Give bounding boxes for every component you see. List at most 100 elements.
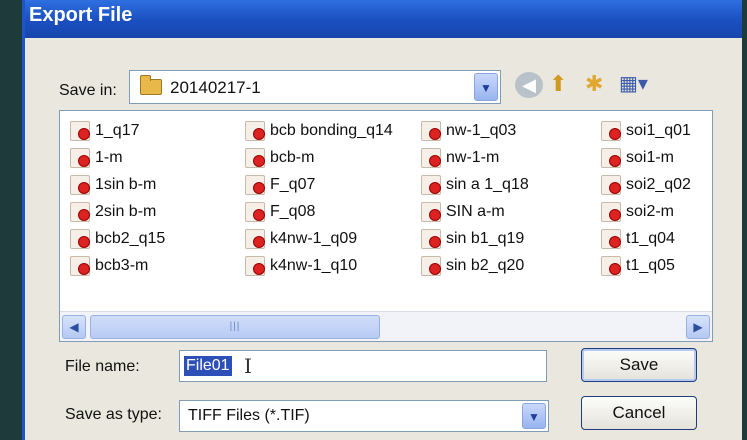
file-name: sin b2_q20 xyxy=(446,256,525,274)
file-item[interactable]: k4nw-1_q09 xyxy=(245,225,393,252)
tiff-file-icon xyxy=(70,174,90,195)
save-in-label: Save in: xyxy=(59,82,117,99)
tiff-file-icon xyxy=(421,174,441,195)
file-name: nw-1_q03 xyxy=(446,121,517,139)
back-icon[interactable]: ◀ xyxy=(515,72,543,98)
file-item[interactable]: k4nw-1_q10 xyxy=(245,252,393,279)
chevron-down-icon[interactable]: ▼ xyxy=(474,73,498,101)
file-name: soi1-m xyxy=(626,148,675,166)
file-column: soi1_q01 soi1-m soi2_q02 soi2-m t1_q04 t… xyxy=(601,117,691,279)
window-title: Export File xyxy=(29,4,133,26)
folder-icon xyxy=(140,75,162,95)
file-item[interactable]: bcb bonding_q14 xyxy=(245,117,393,144)
file-name: soi2-m xyxy=(626,202,675,220)
tiff-file-icon xyxy=(245,255,265,276)
file-item[interactable]: soi2-m xyxy=(601,198,691,225)
file-column: 1_q17 1-m 1sin b-m 2sin b-m bcb2_q15 bcb… xyxy=(70,117,165,279)
scroll-right-icon[interactable]: ▶ xyxy=(686,315,710,339)
tiff-file-icon xyxy=(601,147,621,168)
save-in-value: 20140217-1 xyxy=(170,78,261,97)
scrollbar-thumb[interactable]: ||| xyxy=(90,315,380,339)
file-item[interactable]: 2sin b-m xyxy=(70,198,165,225)
file-name: soi2_q02 xyxy=(626,175,691,193)
export-file-dialog: Export File Save in: 20140217-1 ▼ ◀ ⬆ ✱ … xyxy=(22,0,742,440)
file-name-input[interactable]: File01 I xyxy=(179,350,547,382)
file-name: k4nw-1_q10 xyxy=(270,256,358,274)
title-bar[interactable]: Export File xyxy=(25,0,742,38)
file-item[interactable]: bcb3-m xyxy=(70,252,165,279)
file-name-value: File01 xyxy=(184,356,232,376)
file-item[interactable]: t1_q05 xyxy=(601,252,691,279)
file-name: nw-1-m xyxy=(446,148,500,166)
file-name: bcb bonding_q14 xyxy=(270,121,393,139)
save-button[interactable]: Save xyxy=(581,348,697,382)
save-in-dropdown[interactable]: 20140217-1 ▼ xyxy=(129,70,501,104)
tiff-file-icon xyxy=(601,201,621,222)
file-item[interactable]: sin b1_q19 xyxy=(421,225,529,252)
tiff-file-icon xyxy=(70,228,90,249)
file-name: t1_q04 xyxy=(626,229,675,247)
cancel-button[interactable]: Cancel xyxy=(581,396,697,430)
tiff-file-icon xyxy=(601,228,621,249)
horizontal-scrollbar[interactable]: ◀ ||| ▶ xyxy=(60,311,712,341)
file-name: bcb2_q15 xyxy=(95,229,166,247)
file-item[interactable]: F_q08 xyxy=(245,198,393,225)
file-name: bcb3-m xyxy=(95,256,149,274)
file-name: 2sin b-m xyxy=(95,202,157,220)
file-name: 1-m xyxy=(95,148,123,166)
file-name: bcb-m xyxy=(270,148,315,166)
file-column: bcb bonding_q14 bcb-m F_q07 F_q08 k4nw-1… xyxy=(245,117,393,279)
file-name: F_q08 xyxy=(270,202,316,220)
tiff-file-icon xyxy=(245,147,265,168)
tiff-file-icon xyxy=(421,255,441,276)
tiff-file-icon xyxy=(70,147,90,168)
file-name: 1sin b-m xyxy=(95,175,157,193)
file-item[interactable]: F_q07 xyxy=(245,171,393,198)
tiff-file-icon xyxy=(601,255,621,276)
scroll-left-icon[interactable]: ◀ xyxy=(62,315,86,339)
new-folder-icon[interactable]: ✱ xyxy=(585,70,603,98)
file-item[interactable]: 1_q17 xyxy=(70,117,165,144)
file-item[interactable]: bcb2_q15 xyxy=(70,225,165,252)
file-item[interactable]: soi1_q01 xyxy=(601,117,691,144)
file-name: k4nw-1_q09 xyxy=(270,229,358,247)
tiff-file-icon xyxy=(601,120,621,141)
tiff-file-icon xyxy=(70,201,90,222)
file-item[interactable]: sin b2_q20 xyxy=(421,252,529,279)
tiff-file-icon xyxy=(245,201,265,222)
file-item[interactable]: t1_q04 xyxy=(601,225,691,252)
text-cursor-icon: I xyxy=(244,354,252,378)
tiff-file-icon xyxy=(421,120,441,141)
tiff-file-icon xyxy=(421,201,441,222)
up-folder-icon[interactable]: ⬆ xyxy=(549,70,567,98)
file-list[interactable]: 1_q17 1-m 1sin b-m 2sin b-m bcb2_q15 bcb… xyxy=(59,110,713,342)
tiff-file-icon xyxy=(245,120,265,141)
tiff-file-icon xyxy=(601,174,621,195)
chevron-down-icon[interactable]: ▼ xyxy=(522,403,546,429)
file-item[interactable]: SIN a-m xyxy=(421,198,529,225)
file-name: soi1_q01 xyxy=(626,121,691,139)
file-name: t1_q05 xyxy=(626,256,675,274)
file-item[interactable]: sin a 1_q18 xyxy=(421,171,529,198)
file-name: sin b1_q19 xyxy=(446,229,525,247)
file-item[interactable]: 1sin b-m xyxy=(70,171,165,198)
tiff-file-icon xyxy=(70,255,90,276)
file-column: nw-1_q03 nw-1-m sin a 1_q18 SIN a-m sin … xyxy=(421,117,529,279)
save-as-type-label: Save as type: xyxy=(65,406,162,423)
file-name: F_q07 xyxy=(270,175,316,193)
tiff-file-icon xyxy=(421,147,441,168)
tiff-file-icon xyxy=(245,174,265,195)
save-as-type-dropdown[interactable]: TIFF Files (*.TIF) ▼ xyxy=(179,400,549,432)
tiff-file-icon xyxy=(245,228,265,249)
file-name-label: File name: xyxy=(65,358,140,375)
file-item[interactable]: bcb-m xyxy=(245,144,393,171)
file-item[interactable]: 1-m xyxy=(70,144,165,171)
file-item[interactable]: nw-1-m xyxy=(421,144,529,171)
tiff-file-icon xyxy=(70,120,90,141)
file-name: SIN a-m xyxy=(446,202,505,220)
file-item[interactable]: soi2_q02 xyxy=(601,171,691,198)
views-menu-icon[interactable]: ▦▾ xyxy=(619,70,648,98)
file-item[interactable]: soi1-m xyxy=(601,144,691,171)
tiff-file-icon xyxy=(421,228,441,249)
file-item[interactable]: nw-1_q03 xyxy=(421,117,529,144)
